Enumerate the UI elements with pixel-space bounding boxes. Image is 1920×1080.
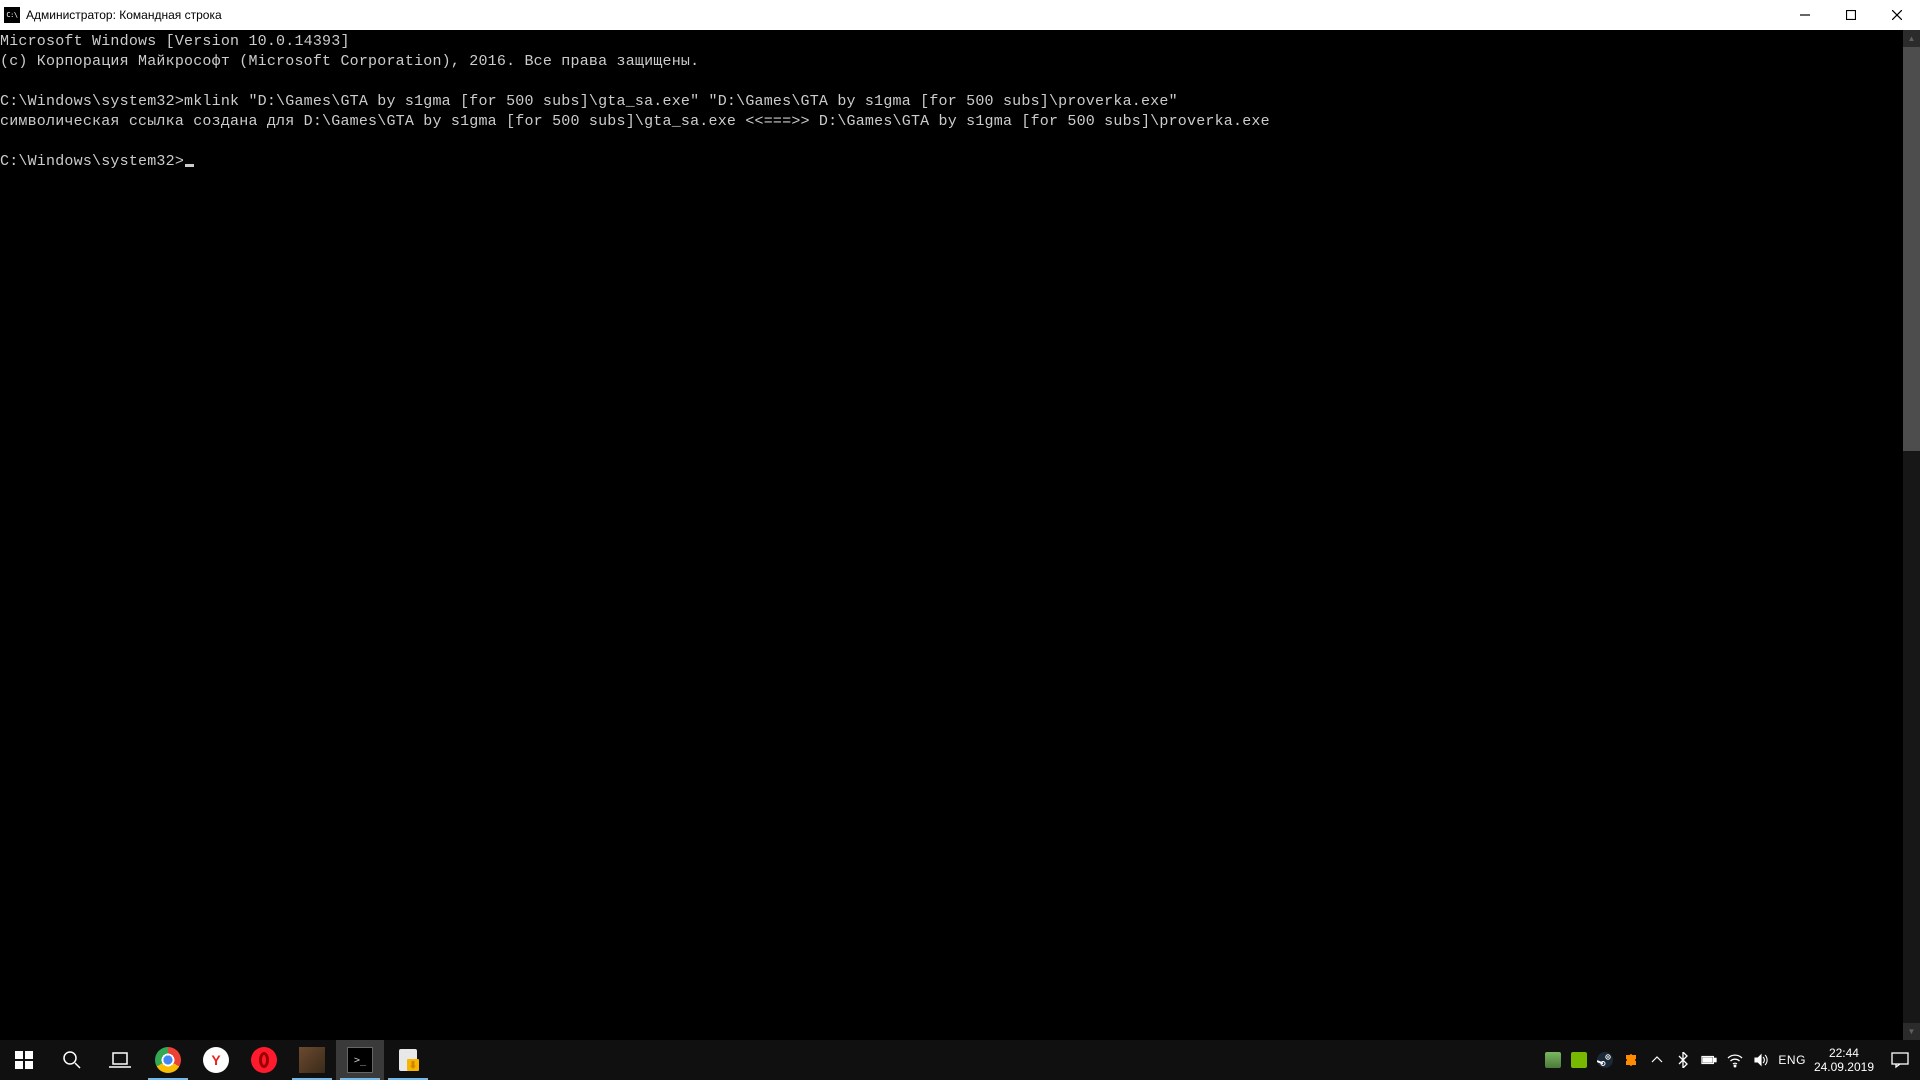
terminal-line: C:\Windows\system32>mklink "D:\Games\GTA… xyxy=(0,93,1178,110)
taskbar-left: Y >_ xyxy=(0,1040,432,1080)
terminal[interactable]: Microsoft Windows [Version 10.0.14393] (… xyxy=(0,30,1903,1040)
chrome-icon xyxy=(155,1047,181,1073)
window-title: Администратор: Командная строка xyxy=(26,8,222,22)
tray-app-1[interactable] xyxy=(1544,1051,1562,1069)
minimize-button[interactable] xyxy=(1782,0,1828,30)
tray-hidden-icons[interactable] xyxy=(1648,1051,1666,1069)
taskbar-app-chrome[interactable] xyxy=(144,1040,192,1080)
scrollbar[interactable]: ▲ ▼ xyxy=(1903,30,1920,1040)
terminal-wrap: Microsoft Windows [Version 10.0.14393] (… xyxy=(0,30,1920,1040)
windows-icon xyxy=(15,1051,33,1069)
installer-icon xyxy=(395,1047,421,1073)
scroll-up-icon[interactable]: ▲ xyxy=(1903,30,1920,47)
taskbar-app-cmd[interactable]: >_ xyxy=(336,1040,384,1080)
taskbar-app-yandex[interactable]: Y xyxy=(192,1040,240,1080)
cmd-icon: C:\ xyxy=(4,7,20,23)
tray-volume[interactable] xyxy=(1752,1051,1770,1069)
notification-icon xyxy=(1891,1051,1909,1069)
scroll-thumb[interactable] xyxy=(1903,47,1920,451)
tray-wifi[interactable] xyxy=(1726,1051,1744,1069)
cmd-taskbar-icon: >_ xyxy=(347,1047,373,1073)
tray-app-2[interactable] xyxy=(1622,1051,1640,1069)
clock-date: 24.09.2019 xyxy=(1814,1060,1874,1074)
taskview-icon xyxy=(109,1052,131,1068)
terminal-line: (c) Корпорация Майкрософт (Microsoft Cor… xyxy=(0,53,699,70)
volume-icon xyxy=(1753,1052,1769,1068)
tray-bluetooth[interactable] xyxy=(1674,1051,1692,1069)
taskbar: Y >_ xyxy=(0,1040,1920,1080)
wifi-icon xyxy=(1727,1052,1743,1068)
taskbar-app-game[interactable] xyxy=(288,1040,336,1080)
system-tray: ENG 22:44 24.09.2019 xyxy=(1540,1040,1920,1080)
scroll-down-icon[interactable]: ▼ xyxy=(1903,1023,1920,1040)
yandex-icon: Y xyxy=(203,1047,229,1073)
taskbar-app-installer[interactable] xyxy=(384,1040,432,1080)
cmd-icon-text: C:\ xyxy=(6,11,17,19)
battery-icon xyxy=(1701,1052,1717,1068)
tray-nvidia[interactable] xyxy=(1570,1051,1588,1069)
language-indicator[interactable]: ENG xyxy=(1778,1053,1806,1067)
tray-steam[interactable] xyxy=(1596,1051,1614,1069)
action-center-button[interactable] xyxy=(1888,1048,1912,1072)
cmd-window: C:\ Администратор: Командная строка Micr… xyxy=(0,0,1920,1040)
bluetooth-icon xyxy=(1675,1052,1691,1068)
tray-battery[interactable] xyxy=(1700,1051,1718,1069)
steam-icon xyxy=(1597,1052,1613,1068)
clock[interactable]: 22:44 24.09.2019 xyxy=(1814,1046,1874,1074)
titlebar-left: C:\ Администратор: Командная строка xyxy=(0,7,222,23)
terminal-line: Microsoft Windows [Version 10.0.14393] xyxy=(0,33,350,50)
titlebar[interactable]: C:\ Администратор: Командная строка xyxy=(0,0,1920,30)
taskview-button[interactable] xyxy=(96,1040,144,1080)
start-button[interactable] xyxy=(0,1040,48,1080)
taskbar-app-opera[interactable] xyxy=(240,1040,288,1080)
close-button[interactable] xyxy=(1874,0,1920,30)
cursor xyxy=(185,164,194,167)
maximize-button[interactable] xyxy=(1828,0,1874,30)
terminal-line: символическая ссылка создана для D:\Game… xyxy=(0,113,1270,130)
search-icon xyxy=(62,1050,82,1070)
chevron-up-icon xyxy=(1649,1052,1665,1068)
clock-time: 22:44 xyxy=(1814,1046,1874,1060)
game-icon xyxy=(299,1047,325,1073)
opera-icon xyxy=(251,1047,277,1073)
search-button[interactable] xyxy=(48,1040,96,1080)
terminal-prompt: C:\Windows\system32> xyxy=(0,153,184,170)
puzzle-icon xyxy=(1623,1052,1639,1068)
titlebar-buttons xyxy=(1782,0,1920,30)
